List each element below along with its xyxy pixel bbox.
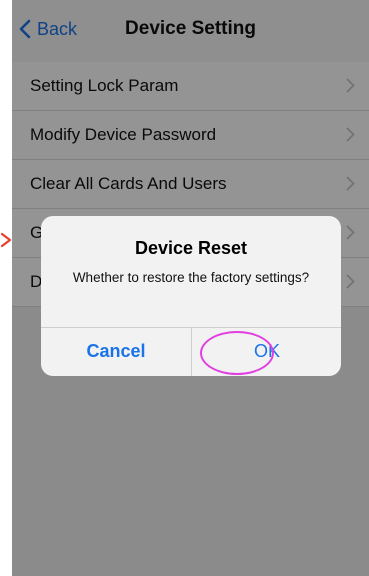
dialog-title: Device Reset [134, 238, 248, 258]
cancel-button[interactable]: Cancel [41, 327, 191, 376]
device-reset-dialog: Device Reset Whether to restore the fact… [41, 216, 341, 376]
ok-highlight-circle [200, 331, 274, 375]
dialog-message: Whether to restore the factory settings? [72, 270, 310, 285]
phone-screen: Back Device Setting Setting Lock Param M… [12, 0, 369, 576]
